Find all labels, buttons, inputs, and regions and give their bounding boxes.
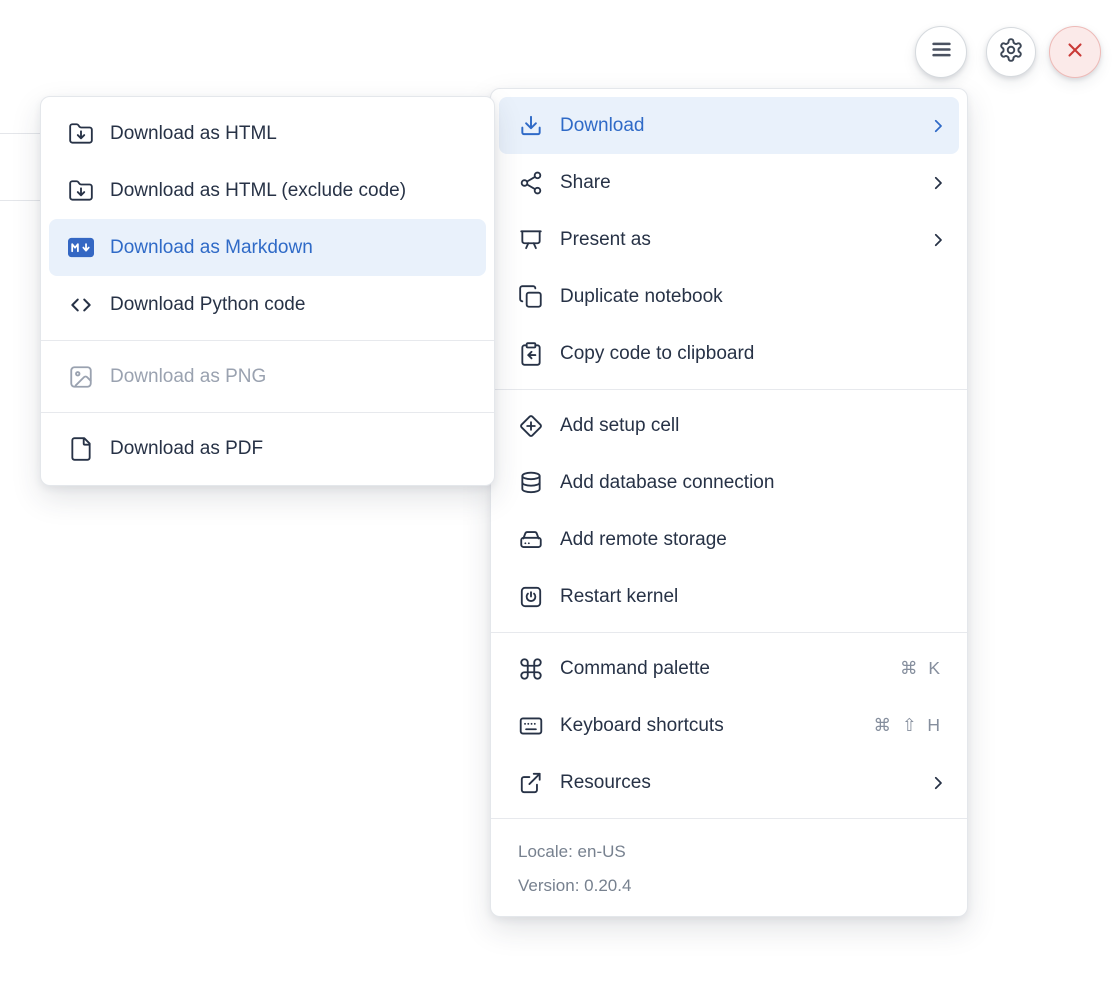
menu-separator [41,412,494,413]
menu-item-add-remote-storage[interactable]: Add remote storage [499,511,959,568]
menu-item-add-setup-cell[interactable]: Add setup cell [499,397,959,454]
menu-item-label: Restart kernel [560,586,947,608]
menu-item-label: Resources [560,772,917,794]
menu-item-label: Duplicate notebook [560,286,947,308]
menu-item-label: Present as [560,229,917,251]
close-icon [1063,38,1087,67]
shortcut-hint: ⌘ ⇧ H [873,715,943,736]
hamburger-icon [928,36,955,68]
menu-separator [491,632,967,633]
diamond-plus-icon [518,413,544,439]
locale-text: Locale: en-US [518,835,947,869]
hard-drive-icon [518,527,544,553]
menu-item-label: Download Python code [110,294,474,316]
menu-item-download-as-markdown[interactable]: Download as Markdown [49,219,486,276]
background-divider [0,133,40,134]
menu-item-share[interactable]: Share [499,154,959,211]
chevron-right-icon [929,231,947,249]
command-icon [518,656,544,682]
code-icon [68,292,94,318]
menu-item-download-as-png: Download as PNG [49,348,486,405]
menu-item-label: Download as HTML (exclude code) [110,180,474,202]
menu-item-label: Add database connection [560,472,947,494]
shortcut-hint: ⌘ K [900,658,943,679]
menu-item-label: Download [560,115,917,137]
download-icon [518,113,544,139]
menu-item-label: Download as Markdown [110,237,474,259]
menu-item-label: Command palette [560,658,900,680]
menu-item-label: Share [560,172,917,194]
menu-item-resources[interactable]: Resources [499,754,959,811]
menu-item-label: Add setup cell [560,415,947,437]
background-divider [0,200,40,201]
menu-item-present-as[interactable]: Present as [499,211,959,268]
menu-separator [491,389,967,390]
menu-item-duplicate-notebook[interactable]: Duplicate notebook [499,268,959,325]
chevron-right-icon [929,774,947,792]
markdown-icon [68,235,94,261]
keyboard-icon [518,713,544,739]
database-icon [518,470,544,496]
menu-item-download-as-pdf[interactable]: Download as PDF [49,420,486,477]
image-icon [68,364,94,390]
gear-icon [998,37,1024,68]
menu-item-download-as-html[interactable]: Download as HTML [49,105,486,162]
copy-icon [518,284,544,310]
menu-item-keyboard-shortcuts[interactable]: Keyboard shortcuts ⌘ ⇧ H [499,697,959,754]
menu-separator [491,818,967,819]
share-icon [518,170,544,196]
menu-item-download-as-html-exclude-code[interactable]: Download as HTML (exclude code) [49,162,486,219]
notebook-menu: Download Share Present as Duplicate note… [490,88,968,917]
menu-item-copy-code-to-clipboard[interactable]: Copy code to clipboard [499,325,959,382]
file-icon [68,436,94,462]
menu-item-label: Download as PNG [110,366,474,388]
menu-item-label: Keyboard shortcuts [560,715,873,737]
settings-button[interactable] [986,27,1036,77]
menu-footer: Locale: en-US Version: 0.20.4 [499,826,959,908]
chevron-right-icon [929,117,947,135]
power-icon [518,584,544,610]
menu-item-label: Download as PDF [110,438,474,460]
menu-item-download[interactable]: Download [499,97,959,154]
menu-item-download-python-code[interactable]: Download Python code [49,276,486,333]
presentation-icon [518,227,544,253]
download-submenu: Download as HTML Download as HTML (exclu… [40,96,495,486]
menu-item-label: Add remote storage [560,529,947,551]
menu-button[interactable] [915,26,967,78]
clipboard-icon [518,341,544,367]
menu-separator [41,340,494,341]
menu-item-command-palette[interactable]: Command palette ⌘ K [499,640,959,697]
version-text: Version: 0.20.4 [518,869,947,903]
folder-download-icon [68,121,94,147]
folder-download-icon [68,178,94,204]
menu-item-restart-kernel[interactable]: Restart kernel [499,568,959,625]
chevron-right-icon [929,174,947,192]
menu-item-label: Download as HTML [110,123,474,145]
external-link-icon [518,770,544,796]
menu-item-add-database-connection[interactable]: Add database connection [499,454,959,511]
close-button[interactable] [1049,26,1101,78]
menu-item-label: Copy code to clipboard [560,343,947,365]
